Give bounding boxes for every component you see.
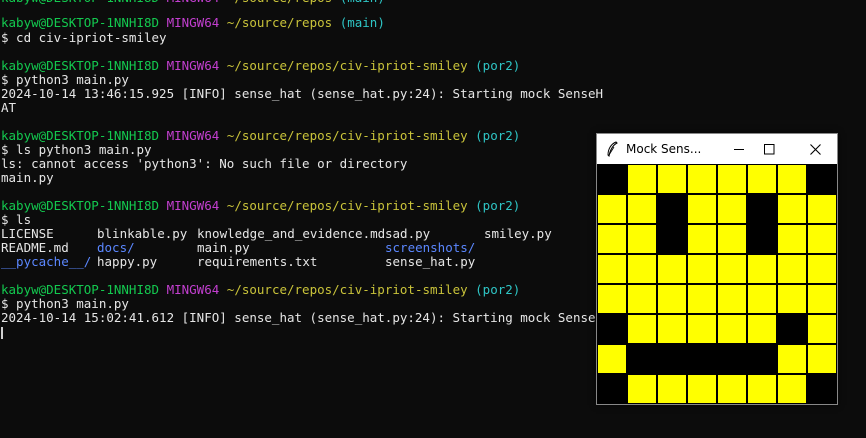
feather-icon — [605, 141, 619, 158]
led-pixel — [747, 224, 777, 254]
led-pixel — [687, 374, 717, 404]
led-pixel — [687, 224, 717, 254]
led-pixel — [597, 194, 627, 224]
led-pixel — [747, 344, 777, 374]
prompt-line: kabyw@DESKTOP-1NNHI8D MINGW64 ~/source/r… — [1, 15, 385, 30]
led-pixel — [597, 374, 627, 404]
led-pixel — [747, 314, 777, 344]
led-pixel — [807, 284, 837, 314]
led-pixel — [627, 374, 657, 404]
led-pixel — [627, 194, 657, 224]
led-pixel — [657, 164, 687, 194]
led-pixel — [657, 194, 687, 224]
terminal-cut-line: kabyw@DESKTOP-1NNHI8D MINGW64 ~/source/r… — [1, 0, 385, 6]
led-pixel — [597, 224, 627, 254]
led-pixel — [717, 224, 747, 254]
led-pixel — [627, 344, 657, 374]
led-pixel — [777, 374, 807, 404]
led-pixel — [717, 284, 747, 314]
output-line: 2024-10-14 15:02:41.612 [INFO] sense_hat… — [1, 310, 619, 325]
led-pixel — [717, 194, 747, 224]
output-line: ls: cannot access 'python3': No such fil… — [1, 156, 408, 171]
led-pixel — [807, 314, 837, 344]
led-pixel — [717, 374, 747, 404]
led-pixel — [777, 284, 807, 314]
led-pixel — [657, 374, 687, 404]
led-pixel — [597, 284, 627, 314]
led-pixel — [717, 314, 747, 344]
directory-entry: __pycache__/ — [1, 254, 92, 269]
file-entry: smiley.py — [484, 226, 552, 241]
output-line: 2024-10-14 13:46:15.925 [INFO] sense_hat… — [1, 86, 604, 101]
led-pixel — [657, 224, 687, 254]
led-pixel — [597, 164, 627, 194]
mock-sense-hat-window[interactable]: Mock Sens... — [596, 133, 838, 405]
file-entry: sense_hat.py — [385, 254, 476, 269]
led-pixel — [747, 284, 777, 314]
led-pixel — [747, 164, 777, 194]
led-pixel — [687, 164, 717, 194]
led-pixel — [597, 344, 627, 374]
led-pixel — [777, 224, 807, 254]
output-line: main.py — [1, 170, 54, 185]
led-pixel — [717, 344, 747, 374]
led-pixel — [657, 314, 687, 344]
led-pixel — [777, 254, 807, 284]
file-entry: happy.py — [97, 254, 158, 269]
close-button[interactable] — [800, 134, 830, 164]
led-pixel — [657, 344, 687, 374]
led-pixel — [777, 344, 807, 374]
led-pixel — [807, 344, 837, 374]
led-pixel — [747, 374, 777, 404]
led-pixel — [687, 194, 717, 224]
file-entry: requirements.txt — [197, 254, 318, 269]
led-pixel — [687, 284, 717, 314]
minimize-icon — [734, 149, 744, 150]
led-pixel — [807, 374, 837, 404]
led-pixel — [597, 314, 627, 344]
led-pixel — [597, 254, 627, 284]
text-cursor — [1, 327, 3, 339]
led-pixel — [807, 224, 837, 254]
led-pixel — [687, 344, 717, 374]
led-pixel — [807, 254, 837, 284]
led-matrix — [597, 164, 837, 404]
led-pixel — [777, 194, 807, 224]
led-pixel — [777, 164, 807, 194]
window-title: Mock Sens... — [626, 142, 702, 156]
window-titlebar[interactable]: Mock Sens... — [597, 134, 837, 164]
led-pixel — [687, 254, 717, 284]
close-icon — [809, 143, 821, 155]
minimize-button[interactable] — [724, 134, 754, 164]
maximize-icon — [763, 143, 774, 154]
led-pixel — [747, 194, 777, 224]
led-pixel — [807, 164, 837, 194]
output-line: AT — [1, 100, 17, 115]
command-line: $ cd civ-ipriot-smiley — [1, 30, 167, 45]
led-pixel — [627, 164, 657, 194]
led-pixel — [627, 314, 657, 344]
led-pixel — [807, 194, 837, 224]
led-pixel — [687, 314, 717, 344]
led-pixel — [657, 254, 687, 284]
led-pixel — [747, 254, 777, 284]
led-pixel — [717, 254, 747, 284]
led-pixel — [657, 284, 687, 314]
led-pixel — [777, 314, 807, 344]
prompt-line: kabyw@DESKTOP-1NNHI8D MINGW64 ~/source/r… — [1, 198, 521, 213]
led-pixel — [717, 164, 747, 194]
led-pixel — [627, 284, 657, 314]
led-pixel — [627, 224, 657, 254]
maximize-button[interactable] — [754, 134, 784, 164]
led-pixel — [627, 254, 657, 284]
